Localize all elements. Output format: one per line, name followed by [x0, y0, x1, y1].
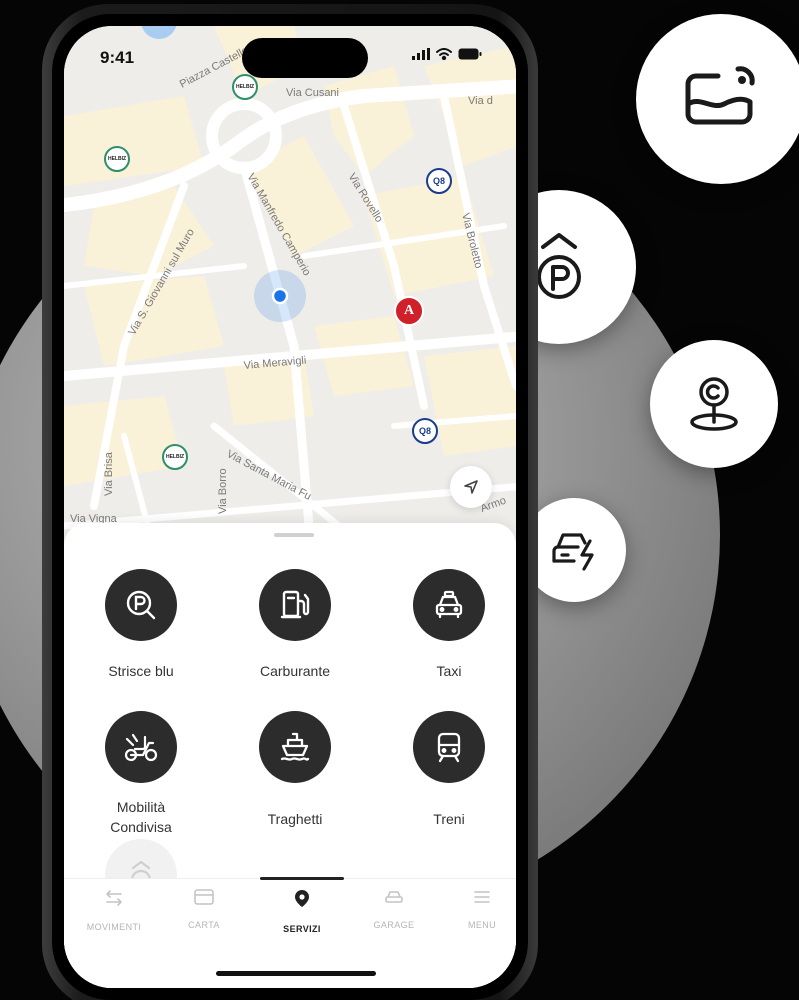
- service-icon-bg: [105, 711, 177, 783]
- wifi-icon: [436, 48, 452, 60]
- autogrill-logo: A: [403, 303, 415, 318]
- parking-up-icon: [537, 233, 581, 299]
- service-label: Traghetti: [267, 811, 323, 827]
- car-wash-icon: [685, 66, 755, 125]
- service-strisce-blu[interactable]: Strisce blu: [76, 569, 206, 681]
- autogrill-poi[interactable]: A: [394, 296, 424, 326]
- dynamic-island: [242, 38, 368, 78]
- street-label: Via Borro: [217, 468, 229, 514]
- train-icon: [437, 732, 461, 763]
- home-indicator: [216, 971, 376, 976]
- service-label: Strisce blu: [108, 663, 174, 679]
- q8-station-poi[interactable]: Q8: [426, 168, 452, 194]
- taxi-icon: [435, 590, 463, 619]
- tab-garage[interactable]: GARAGE: [350, 889, 438, 930]
- service-traghetti[interactable]: Traghetti: [230, 711, 360, 829]
- service-label: Treni: [433, 811, 465, 827]
- scooter-icon: [124, 733, 158, 762]
- locate-me-button[interactable]: [450, 466, 492, 508]
- ferry-icon: [280, 732, 310, 761]
- parking-search-icon: [126, 590, 156, 620]
- feature-car-wash: [636, 14, 799, 184]
- service-icon-bg: [413, 569, 485, 641]
- q8-logo: Q8: [432, 176, 445, 186]
- helbiz-logo: HELBIZ: [107, 156, 127, 162]
- sheet-grabber[interactable]: [274, 533, 314, 537]
- map[interactable]: Piazza Castello Via Cusani Via d Via Rov…: [64, 26, 516, 586]
- tab-label: MENU: [467, 920, 497, 930]
- street-label: Via Cusani: [286, 87, 339, 99]
- tab-label: GARAGE: [373, 920, 415, 930]
- tab-label: SERVIZI: [283, 924, 321, 934]
- user-location-dot: [271, 287, 289, 305]
- street-label: Via Brisa: [103, 451, 115, 496]
- service-label: Carburante: [259, 663, 331, 679]
- q8-station-poi[interactable]: Q8: [412, 418, 438, 444]
- copyright-location-icon: [690, 377, 738, 431]
- service-icon-bg: [105, 569, 177, 641]
- phone-screen: Piazza Castello Via Cusani Via d Via Rov…: [64, 26, 516, 988]
- service-icon-bg: [413, 711, 485, 783]
- car-icon: [385, 891, 403, 903]
- service-icon-bg: [259, 569, 331, 641]
- card-icon: [194, 889, 214, 905]
- signal-icon: [412, 48, 430, 60]
- service-treni[interactable]: Treni: [384, 711, 514, 829]
- helbiz-poi[interactable]: HELBIZ: [104, 146, 130, 172]
- feature-copyright-location: [650, 340, 778, 468]
- service-carburante[interactable]: Carburante: [230, 569, 360, 681]
- arrows-exchange-icon: [106, 890, 122, 906]
- ev-car-icon: [552, 533, 594, 571]
- fuel-pump-icon: [280, 590, 310, 619]
- service-label: Taxi: [436, 663, 462, 679]
- active-tab-indicator: [260, 877, 344, 880]
- phone-frame: Piazza Castello Via Cusani Via d Via Rov…: [42, 4, 538, 1000]
- location-pin-icon: [295, 890, 309, 907]
- service-label: Mobilità Condivisa: [110, 799, 172, 835]
- street-label: Via d: [468, 95, 493, 107]
- tab-servizi[interactable]: SERVIZI: [258, 889, 346, 934]
- tab-label: MOVIMENTI: [86, 922, 142, 932]
- q8-logo: Q8: [418, 426, 431, 436]
- helbiz-poi[interactable]: HELBIZ: [162, 444, 188, 470]
- navigation-arrow-icon: [464, 480, 478, 494]
- service-taxi[interactable]: Taxi: [384, 569, 514, 681]
- tab-movimenti[interactable]: MOVIMENTI: [70, 889, 158, 932]
- helbiz-logo: HELBIZ: [165, 454, 185, 460]
- status-icons: [412, 48, 482, 60]
- tab-carta[interactable]: CARTA: [160, 889, 248, 930]
- service-mobilita-condivisa[interactable]: Mobilità Condivisa: [76, 711, 206, 837]
- tab-label: CARTA: [188, 920, 220, 930]
- tab-bar: MOVIMENTI CARTA SERVIZI GARAGE MENU: [64, 877, 516, 988]
- marketing-stage: Piazza Castello Via Cusani Via d Via Rov…: [0, 0, 799, 1000]
- phone-bezel: Piazza Castello Via Cusani Via d Via Rov…: [52, 14, 528, 1000]
- status-time: 9:41: [100, 48, 135, 67]
- service-icon-bg: [259, 711, 331, 783]
- battery-icon: [458, 48, 482, 60]
- tab-menu[interactable]: MENU: [438, 889, 516, 930]
- menu-icon: [474, 891, 490, 903]
